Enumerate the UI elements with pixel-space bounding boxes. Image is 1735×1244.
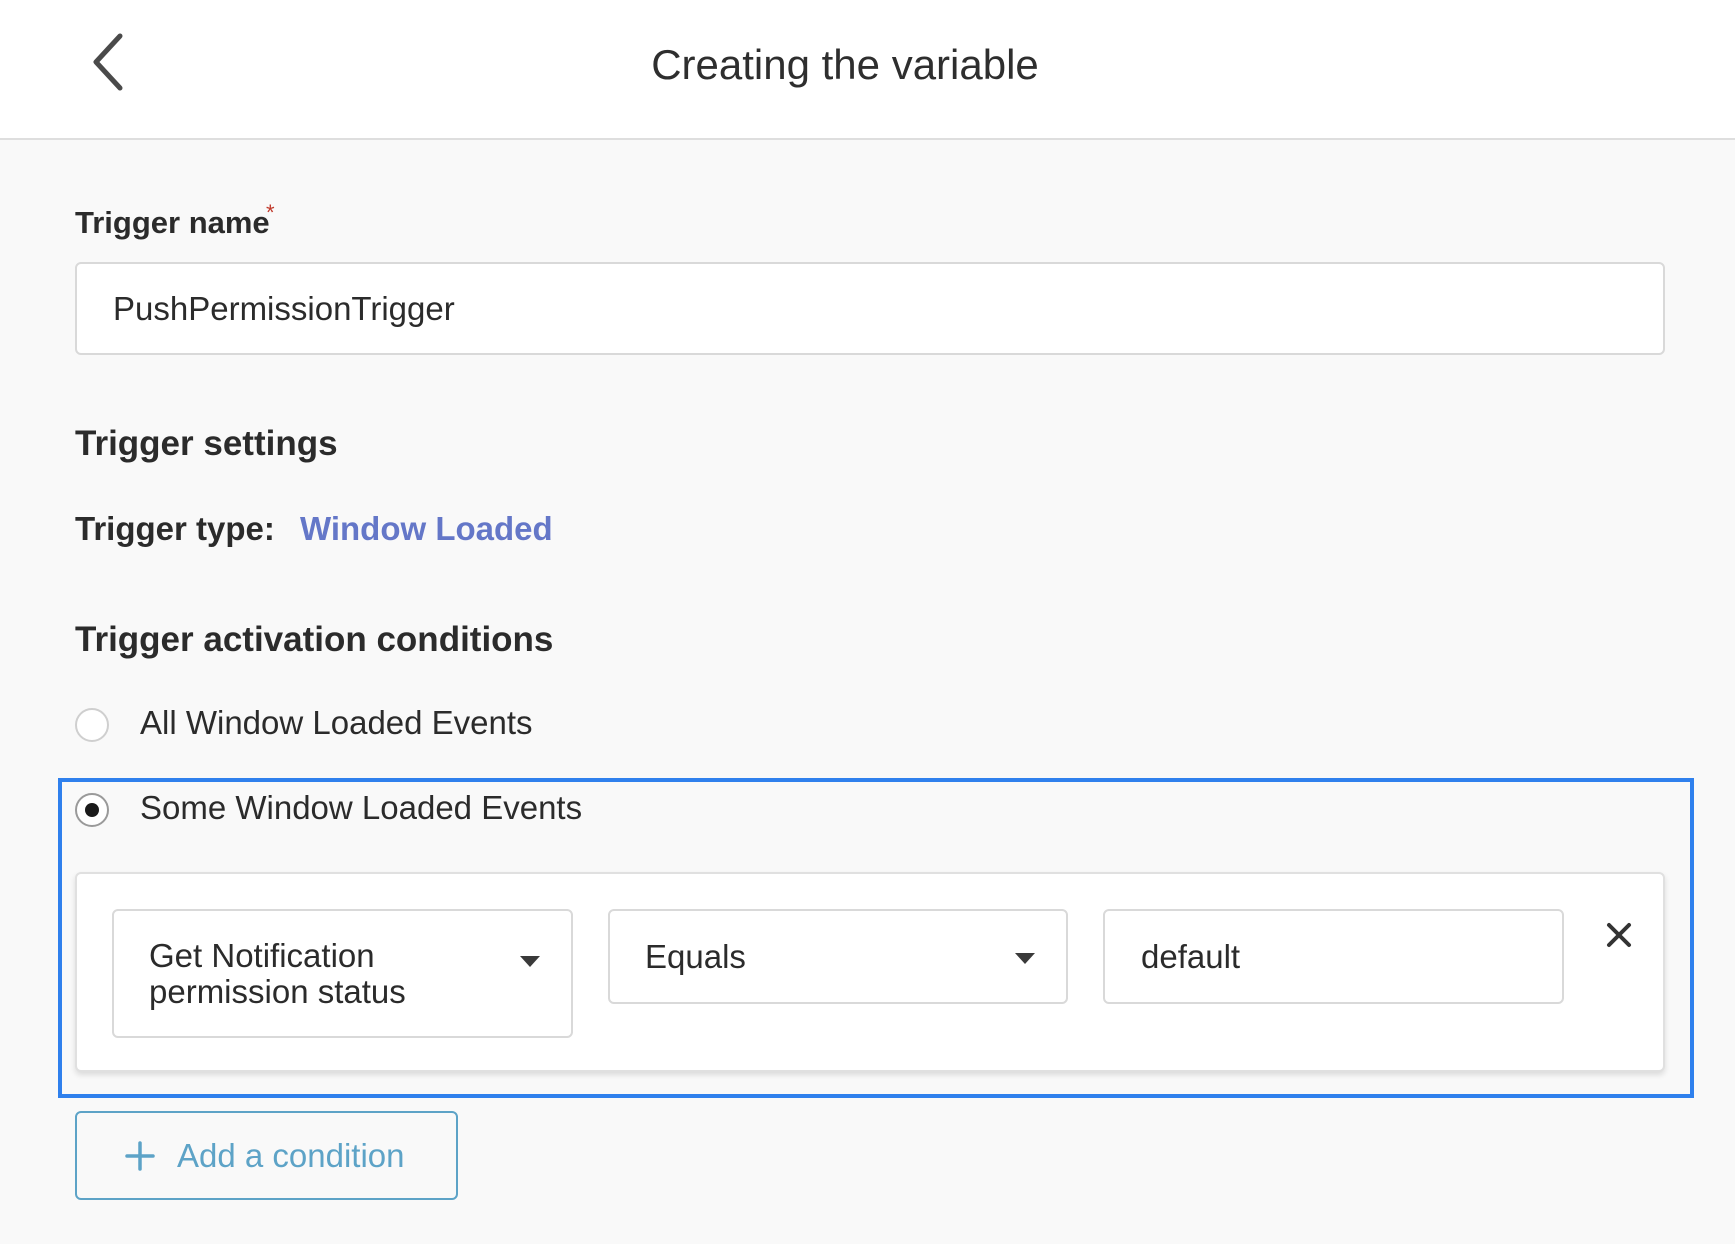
trigger-settings-heading: Trigger settings <box>75 424 338 463</box>
radio-button-selected[interactable] <box>75 793 109 827</box>
variable-select-value: Get Notification permission status <box>149 938 469 1010</box>
radio-label: Some Window Loaded Events <box>140 789 583 826</box>
caret-down-icon <box>1015 953 1035 964</box>
operator-select-value: Equals <box>645 938 746 975</box>
page-title: Creating the variable <box>651 41 1039 88</box>
operator-select[interactable]: Equals <box>608 909 1068 1004</box>
trigger-name-input[interactable] <box>75 262 1665 355</box>
caret-down-icon <box>520 956 540 967</box>
required-indicator: * <box>266 200 275 225</box>
add-condition-button[interactable]: Add a condition <box>75 1111 458 1200</box>
remove-condition-button[interactable] <box>1602 918 1636 952</box>
trigger-type-link[interactable]: Window Loaded <box>300 510 553 548</box>
trigger-type-label: Trigger type: <box>75 510 275 547</box>
radio-button[interactable] <box>75 708 109 742</box>
radio-label: All Window Loaded Events <box>140 704 533 741</box>
close-icon <box>1607 923 1631 947</box>
trigger-name-label: Trigger name <box>75 205 270 240</box>
variable-select-line2: permission status <box>149 973 406 1010</box>
radio-dot <box>85 803 99 817</box>
plus-icon <box>125 1141 155 1171</box>
condition-value-input[interactable] <box>1103 909 1564 1004</box>
variable-select-line1: Get Notification <box>149 937 375 974</box>
activation-conditions-heading: Trigger activation conditions <box>75 620 554 659</box>
app-header: Creating the variable <box>0 0 1735 140</box>
variable-select[interactable]: Get Notification permission status <box>112 909 573 1038</box>
add-condition-label: Add a condition <box>177 1137 405 1174</box>
